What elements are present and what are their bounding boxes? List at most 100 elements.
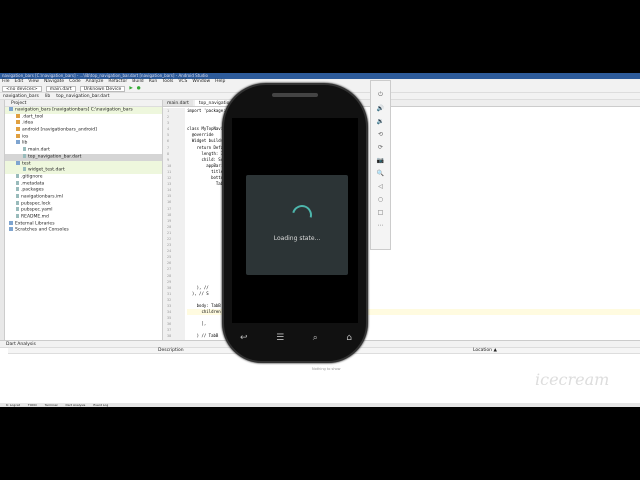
progress-spinner-icon bbox=[288, 201, 316, 229]
zoom-icon[interactable]: 🔍 bbox=[377, 170, 384, 177]
more-icon[interactable]: ⋯ bbox=[378, 222, 384, 229]
file-icon bbox=[16, 180, 19, 185]
folder-icon bbox=[9, 107, 13, 111]
file-icon bbox=[16, 207, 19, 212]
folder-icon bbox=[16, 113, 20, 118]
status-tab[interactable]: Event Log bbox=[93, 403, 108, 407]
volume-up-icon[interactable]: 🔊 bbox=[377, 105, 384, 112]
tree-item-label: main.dart bbox=[28, 147, 50, 153]
column-description[interactable]: Description bbox=[158, 348, 184, 354]
tree-item-label: pubspec.lock bbox=[21, 201, 51, 207]
status-tab[interactable]: Dart Analysis bbox=[65, 403, 85, 407]
folder-icon bbox=[16, 140, 20, 145]
status-tab[interactable]: 6: Logcat bbox=[6, 403, 20, 407]
file-icon bbox=[23, 167, 26, 172]
project-panel-header[interactable]: Project bbox=[5, 100, 162, 107]
emulator-controls: ⏻ 🔊 🔉 ⟲ ⟳ 📷 🔍 ◁ ○ □ ⋯ bbox=[370, 80, 391, 250]
tree-item-label: test bbox=[22, 161, 31, 166]
breadcrumb-item[interactable]: lib bbox=[45, 93, 50, 99]
folder-icon bbox=[16, 160, 20, 165]
device-selector[interactable]: <no devices> bbox=[2, 85, 42, 92]
tree-item[interactable]: .gitignore bbox=[5, 173, 162, 181]
tree-item-label: lib bbox=[22, 140, 28, 146]
project-tree: navigation_bars [navigationbars] C:\navi… bbox=[5, 107, 162, 234]
file-icon bbox=[16, 173, 19, 178]
tree-item-label: pubspec.yaml bbox=[21, 207, 53, 213]
tree-item-label: top_navigation_bar.dart bbox=[28, 154, 82, 160]
file-icon bbox=[16, 193, 19, 198]
column-location[interactable]: Location ▲ bbox=[473, 348, 497, 354]
tree-item[interactable]: test bbox=[5, 160, 162, 168]
emulator-selector[interactable]: Unknown Device bbox=[79, 85, 126, 92]
tree-item-label: android [navigationbars_android] bbox=[22, 127, 97, 133]
folder-icon bbox=[16, 127, 20, 132]
back-key-icon[interactable]: ↩ bbox=[240, 333, 248, 343]
tree-item-label: .packages bbox=[21, 187, 44, 193]
back-icon[interactable]: ◁ bbox=[378, 183, 383, 190]
breadcrumb-item[interactable]: top_navigation_bar.dart bbox=[56, 93, 109, 99]
tree-item-label: README.md bbox=[21, 214, 49, 220]
run-icon[interactable]: ▶ bbox=[129, 86, 132, 91]
debug-icon[interactable]: ● bbox=[137, 86, 141, 91]
search-key-icon[interactable]: ⌕ bbox=[313, 333, 318, 343]
volume-down-icon[interactable]: 🔉 bbox=[377, 118, 384, 125]
power-icon[interactable]: ⏻ bbox=[378, 91, 383, 99]
tree-item[interactable]: .dart_tool bbox=[5, 113, 162, 121]
tree-item[interactable]: Scratches and Consoles bbox=[5, 227, 162, 234]
tree-item[interactable]: main.dart bbox=[5, 147, 162, 154]
tree-item-label: .dart_tool bbox=[22, 114, 44, 120]
status-tab[interactable]: Terminal bbox=[45, 403, 58, 407]
tree-item-label: .gitignore bbox=[21, 174, 43, 180]
tree-item[interactable]: .idea bbox=[5, 120, 162, 127]
phone-screen[interactable]: Loading state... bbox=[232, 118, 358, 323]
tree-item[interactable]: android [navigationbars_android] bbox=[5, 127, 162, 134]
rotate-right-icon[interactable]: ⟳ bbox=[378, 144, 383, 151]
folder-icon bbox=[9, 227, 13, 232]
tree-item[interactable]: ios bbox=[5, 133, 162, 141]
emulator-phone: Loading state... ↩ ☰ ⌕ ⌂ bbox=[222, 83, 368, 363]
tree-item[interactable]: README.md bbox=[5, 214, 162, 221]
tree-item-label: ios bbox=[22, 134, 29, 140]
overview-icon[interactable]: □ bbox=[378, 209, 384, 216]
folder-icon bbox=[16, 133, 20, 138]
loading-dialog: Loading state... bbox=[246, 175, 348, 275]
tree-item[interactable]: top_navigation_bar.dart bbox=[5, 153, 162, 161]
project-panel: Project navigation_bars [navigationbars]… bbox=[5, 100, 163, 340]
tree-item[interactable]: .metadata bbox=[5, 180, 162, 188]
rotate-left-icon[interactable]: ⟲ bbox=[378, 131, 383, 138]
tree-item-label: Scratches and Consoles bbox=[15, 227, 69, 233]
breadcrumb-item[interactable]: navigation_bars bbox=[3, 93, 39, 99]
file-icon bbox=[16, 214, 19, 218]
tree-item[interactable]: pubspec.lock bbox=[5, 200, 162, 208]
tree-item[interactable]: navigation_bars [navigationbars] C:\navi… bbox=[5, 107, 162, 114]
menu-key-icon[interactable]: ☰ bbox=[276, 333, 284, 343]
tree-item[interactable]: widget_test.dart bbox=[5, 167, 162, 174]
editor-tab[interactable]: main.dart bbox=[163, 100, 193, 106]
home-icon[interactable]: ○ bbox=[378, 196, 383, 203]
tree-item[interactable]: External Libraries bbox=[5, 220, 162, 228]
run-config-selector[interactable]: main.dart bbox=[45, 85, 76, 92]
screenshot-icon[interactable]: 📷 bbox=[377, 157, 384, 164]
hardware-keys: ↩ ☰ ⌕ ⌂ bbox=[240, 333, 352, 343]
file-icon bbox=[23, 147, 26, 152]
home-key-icon[interactable]: ⌂ bbox=[346, 333, 352, 343]
line-gutter: 1 2 3 4 5 6 7 8 9 10 11 12 13 14 15 16 17 18 19 20 21 22 23 24 2… bbox=[163, 108, 185, 351]
loading-text: Loading state... bbox=[273, 235, 321, 242]
file-icon bbox=[16, 187, 19, 192]
watermark-logo: icecream bbox=[535, 370, 610, 389]
empty-message: Nothing to show bbox=[312, 367, 341, 371]
tree-item[interactable]: navigationbars.iml bbox=[5, 193, 162, 201]
tree-item-label: widget_test.dart bbox=[28, 167, 65, 173]
folder-icon bbox=[9, 220, 13, 225]
tree-item-label: .metadata bbox=[21, 181, 45, 187]
tree-item[interactable]: lib bbox=[5, 140, 162, 147]
tree-item-label: .idea bbox=[22, 120, 34, 126]
tree-item[interactable]: pubspec.yaml bbox=[5, 207, 162, 214]
status-tab[interactable]: TODO bbox=[28, 403, 37, 407]
tree-item-label: navigationbars.iml bbox=[21, 194, 63, 200]
tree-item[interactable]: .packages bbox=[5, 187, 162, 194]
tree-item-label: navigation_bars [navigationbars] C:\navi… bbox=[15, 107, 133, 113]
file-icon bbox=[16, 200, 19, 205]
speaker-grille bbox=[272, 93, 318, 97]
file-icon bbox=[23, 153, 26, 158]
